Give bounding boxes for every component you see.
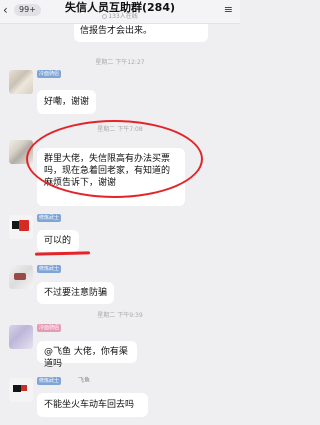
member-title-badge: 修炼武士	[37, 214, 62, 222]
member-title-badge: 冷面骑侣	[37, 324, 62, 332]
sender-name: 飞鱼	[78, 377, 91, 384]
highlight-underline	[34, 251, 91, 256]
member-title-badge: 修炼武士	[37, 377, 62, 385]
avatar[interactable]	[9, 70, 33, 94]
avatar[interactable]	[9, 215, 33, 239]
avatar[interactable]	[9, 265, 33, 289]
timestamp: 星期二 下午12:27	[95, 59, 145, 66]
online-count: 133人在线	[0, 13, 240, 21]
message-bubble[interactable]: 群里大佬，失信限高有办法买票吗，现在急着回老家，有知道的麻烦告诉下，谢谢	[37, 148, 185, 206]
message-bubble[interactable]: 不过要注意防骗	[37, 282, 114, 304]
timestamp: 星期二 下午7:08	[97, 126, 143, 133]
timestamp: 星期二 下午9:39	[97, 312, 143, 319]
member-title-badge: 修炼武士	[37, 265, 62, 273]
online-count-text: 133人在线	[108, 13, 138, 20]
member-title-badge: 冷面骑侣	[37, 70, 62, 78]
message-bubble[interactable]: @飞鱼 大佬，你有渠道吗	[37, 341, 137, 369]
message-bubble[interactable]: 可以的	[37, 230, 79, 252]
chat-header: ‹ 99+ 失信人员互助群(284) 133人在线 ≡	[0, 0, 240, 24]
avatar[interactable]	[9, 378, 33, 402]
online-icon	[102, 14, 108, 19]
more-icon[interactable]: ≡	[224, 4, 234, 16]
avatar[interactable]	[9, 325, 33, 349]
avatar[interactable]	[9, 140, 33, 164]
message-bubble[interactable]: 不能坐火车动车回去吗	[37, 393, 148, 417]
message-bubble[interactable]: 好嘞，谢谢	[37, 90, 96, 114]
